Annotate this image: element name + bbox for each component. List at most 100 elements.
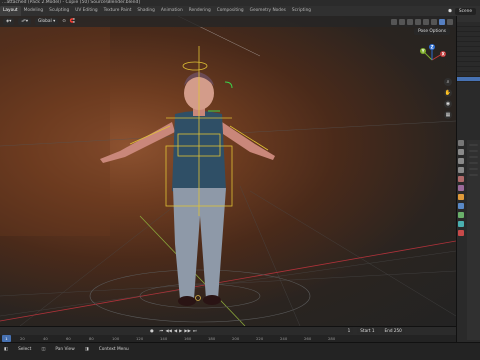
tab-scripting[interactable]: Scripting [289, 6, 314, 16]
end-label: End [384, 328, 393, 333]
modifier-tab-icon[interactable] [458, 203, 464, 209]
editor-type-dropdown[interactable]: ◈▾ [3, 18, 15, 25]
tool-tab-icon[interactable] [458, 140, 464, 146]
status-bar: ◧ Select ◫ Pan View ◨ Context Menu [0, 342, 480, 360]
property-field[interactable] [469, 144, 478, 146]
object-tab-icon[interactable] [458, 194, 464, 200]
property-field[interactable] [469, 156, 478, 158]
viewport-shading-tools [391, 18, 453, 25]
workspace-tabs: Layout Modeling Sculpting UV Editing Tex… [0, 6, 480, 16]
tab-shading[interactable]: Shading [134, 6, 157, 16]
pose-options-dropdown[interactable]: Pose Options [414, 28, 450, 35]
properties-tabs [457, 140, 466, 236]
render-tab-icon[interactable] [458, 149, 464, 155]
status-select: Select [18, 347, 32, 352]
current-frame-field[interactable]: 1 [344, 327, 354, 334]
scene-field[interactable]: Scene [454, 7, 476, 15]
mouse-left-icon: ◧ [4, 347, 9, 352]
tab-compositing[interactable]: Compositing [214, 6, 247, 16]
frame-tick: 240 [280, 336, 288, 341]
outliner-row-selected[interactable] [457, 77, 480, 82]
right-side-panels [456, 16, 480, 342]
play-reverse-icon[interactable]: ◀ [174, 328, 177, 333]
data-tab-icon[interactable] [458, 212, 464, 218]
navigation-gizmo[interactable]: X Y Z [420, 44, 446, 61]
zoom-icon[interactable]: ⌕ [444, 78, 452, 86]
record-icon[interactable]: ● [150, 328, 154, 333]
grid-toggle-icon[interactable]: ▦ [444, 111, 452, 119]
overlay-toggle-icon[interactable] [407, 18, 413, 25]
wireframe-shading-icon[interactable] [423, 18, 429, 25]
playback-controls: ● ⏮ ◀◀ ◀ ▶ ▶▶ ⏭ 1 Start 1 End 250 [0, 327, 456, 334]
end-frame-field[interactable]: End 250 [381, 327, 405, 334]
frame-tick: 120 [136, 336, 144, 341]
next-key-icon[interactable]: ▶▶ [184, 328, 190, 333]
viewport-header: ◈▾ ☍▾ Global ▾ ⊙ 🧲 [0, 16, 456, 27]
viewport-nav-buttons: ⌕ ✋ ◉ ▦ [444, 78, 452, 119]
material-tab-icon[interactable] [458, 230, 464, 236]
frame-tick: 20 [20, 336, 25, 341]
frame-tick: 80 [89, 336, 94, 341]
tab-geometry-nodes[interactable]: Geometry Nodes [247, 6, 289, 16]
jump-end-icon[interactable]: ⏭ [193, 328, 197, 333]
frame-tick: 220 [256, 336, 264, 341]
playhead[interactable]: 1 [2, 335, 11, 342]
pose-mode-dropdown[interactable]: ☍▾ [18, 18, 31, 25]
frame-tick: 200 [232, 336, 240, 341]
tab-rendering[interactable]: Rendering [186, 6, 214, 16]
3d-viewport[interactable]: X Y Z ◈▾ ☍▾ Global ▾ ⊙ 🧲 Pose Options ⌕ … [0, 16, 456, 326]
start-frame-field[interactable]: Start 1 [357, 327, 378, 334]
character-mesh[interactable] [100, 72, 275, 306]
status-context-menu: Context Menu [98, 347, 129, 352]
armature-rig[interactable] [129, 46, 269, 216]
world-tab-icon[interactable] [458, 185, 464, 191]
transform-orientation-dropdown[interactable]: Global ▾ [34, 18, 59, 25]
timeline-editor: ● ⏮ ◀◀ ◀ ▶ ▶▶ ⏭ 1 Start 1 End 250 1 20 4… [0, 326, 456, 343]
property-field[interactable] [469, 168, 478, 170]
property-field[interactable] [469, 150, 478, 152]
viewport-scene: X Y Z [0, 16, 456, 326]
mouse-right-icon: ◨ [84, 347, 89, 352]
mouse-middle-icon: ◫ [41, 347, 46, 352]
end-value: 250 [393, 328, 402, 333]
backdrop-panel [0, 16, 110, 236]
xray-icon[interactable] [415, 18, 421, 25]
jump-start-icon[interactable]: ⏮ [160, 328, 164, 333]
pan-hand-icon[interactable]: ✋ [444, 89, 452, 97]
frame-tick: 280 [328, 336, 336, 341]
visibility-icon[interactable] [391, 18, 397, 25]
camera-icon[interactable]: ◉ [444, 100, 452, 108]
tab-layout[interactable]: Layout [0, 6, 21, 16]
tab-sculpting[interactable]: Sculpting [46, 6, 72, 16]
tab-modeling[interactable]: Modeling [21, 6, 47, 16]
x-axis-line [0, 240, 456, 322]
gizmo-toggle-icon[interactable] [399, 18, 405, 25]
gizmo-x-label: X [442, 52, 445, 57]
tab-texture-paint[interactable]: Texture Paint [101, 6, 135, 16]
scene-selector: ⬢ Scene [448, 7, 480, 15]
frame-tick: 140 [160, 336, 168, 341]
properties-editor [467, 140, 480, 340]
snap-icon[interactable]: 🧲 [70, 19, 75, 24]
prev-key-icon[interactable]: ◀◀ [165, 328, 171, 333]
output-tab-icon[interactable] [458, 158, 464, 164]
bone-tab-icon[interactable] [458, 221, 464, 227]
status-pan-view: Pan View [55, 347, 75, 352]
play-icon[interactable]: ▶ [179, 328, 182, 333]
tab-animation[interactable]: Animation [158, 6, 186, 16]
property-field[interactable] [469, 174, 478, 176]
material-shading-icon[interactable] [439, 18, 445, 25]
pivot-icon[interactable]: ⊙ [62, 19, 66, 24]
scene-tab-icon[interactable] [458, 176, 464, 182]
frame-tick: 40 [43, 336, 48, 341]
scene-icon[interactable]: ⬢ [448, 9, 452, 14]
start-value: 1 [371, 328, 375, 333]
view-layer-tab-icon[interactable] [458, 167, 464, 173]
start-label: Start [360, 328, 371, 333]
property-field[interactable] [469, 162, 478, 164]
rendered-shading-icon[interactable] [447, 18, 453, 25]
tab-uv-editing[interactable]: UV Editing [72, 6, 100, 16]
solid-shading-icon[interactable] [431, 18, 437, 25]
frame-tick: 100 [112, 336, 120, 341]
frame-tick: 60 [66, 336, 71, 341]
